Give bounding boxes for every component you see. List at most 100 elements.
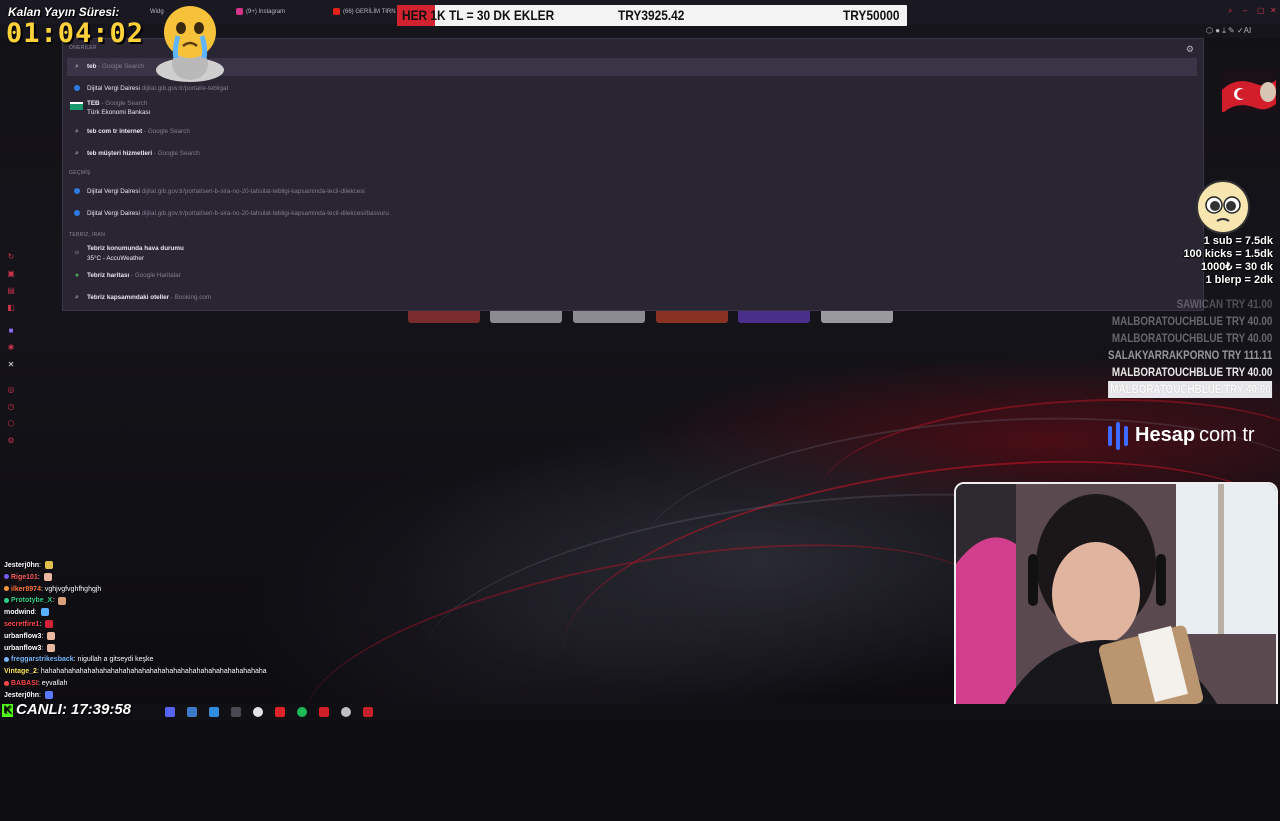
suggestion-row[interactable]: Dijital Vergi Dairesi dijital.gib.gov.tr… — [67, 80, 1197, 98]
goal-current-amount: TRY3925.42 — [618, 7, 685, 23]
sidebar-settings-icon[interactable]: ⚙ — [6, 436, 16, 446]
chat-message: BABASI: eyvallah — [4, 678, 404, 690]
sponsor-logo: Hesap com tr — [1106, 420, 1271, 452]
search-icon: ⌕ — [75, 128, 79, 135]
toolbar-icons[interactable]: ⬡ ● ⤓ ✎ ✓AI — [1206, 26, 1251, 36]
instagram-icon — [236, 7, 243, 15]
donation-entry: SALAKYARRAKPORNO TRY 111.11 — [1107, 348, 1272, 362]
turkish-flag-image — [1220, 70, 1278, 112]
webcam-feed — [954, 482, 1278, 718]
emote-icon — [47, 643, 56, 652]
sidebar-cube-icon[interactable]: ⬡ — [6, 419, 16, 429]
youtube-icon — [333, 7, 340, 15]
rate-line: 1 blerp = 2dk — [1205, 274, 1273, 286]
gib-logo-icon — [73, 188, 81, 196]
goal-rule: HER 1K TL = 30 DK EKLER — [402, 7, 555, 23]
remaining-time-label: Kalan Yayın Süresi: — [8, 5, 120, 19]
badge-icon — [4, 574, 9, 580]
maximize-icon[interactable]: ▢ — [1257, 6, 1265, 15]
sub-rates: 1 sub = 7.5dk 100 kicks = 1.5dk 1000₺ = … — [1183, 235, 1273, 287]
chat-message: urbanflow3: — [4, 631, 404, 643]
webcam-image — [956, 484, 1276, 716]
sidebar-x-icon[interactable]: ✕ — [6, 360, 16, 370]
hesap-logo-icon — [1108, 422, 1128, 450]
suggestion-row[interactable]: ⌕ teb müşteri hizmetleri - Google Search — [67, 145, 1197, 163]
history-row[interactable]: Dijital Vergi Dairesi dijital.gib.gov.tr… — [67, 205, 1197, 223]
app-icon[interactable] — [231, 707, 241, 717]
spotify-icon[interactable] — [297, 707, 307, 717]
rate-line: 100 kicks = 1.5dk — [1183, 248, 1273, 260]
badge-icon — [4, 657, 9, 663]
shortcut-tile[interactable] — [573, 311, 645, 323]
location-row[interactable]: ⌕ Tebriz kapsamındaki oteller - Booking.… — [67, 289, 1197, 307]
badge-icon — [4, 598, 9, 604]
tab-instagram[interactable]: (9+) Instagram — [236, 4, 285, 20]
weather-row[interactable]: ☼ Tebriz konumunda hava durumu 35°C - Ac… — [67, 242, 1197, 264]
donation-goal-banner: HER 1K TL = 30 DK EKLER TRY3925.42 TRY50… — [397, 5, 907, 26]
sidebar-box-icon[interactable]: ◧ — [6, 303, 16, 313]
section-location: TEBRİZ, İRAN — [69, 232, 106, 238]
teb-logo-icon — [70, 102, 83, 110]
emote-icon — [44, 690, 53, 699]
close-icon[interactable]: ✕ — [1270, 6, 1277, 15]
chat-message: Prototybe_X: — [4, 595, 404, 607]
settings-icon[interactable]: ⚙ — [1186, 44, 1194, 55]
suggestion-row[interactable]: TEB - Google Search Türk Ekonomi Bankası — [67, 97, 1197, 119]
sidebar-star-icon[interactable]: ✱ — [6, 343, 16, 353]
kick-logo-icon: K — [2, 704, 13, 717]
sidebar-twitch-icon[interactable]: ■ — [6, 326, 16, 336]
sidebar-clock-icon[interactable]: ◷ — [6, 402, 16, 412]
app-icon[interactable] — [363, 707, 373, 717]
emote-icon — [45, 620, 54, 629]
sidebar-bag-icon[interactable]: ▣ — [6, 269, 16, 279]
shortcut-tile[interactable] — [738, 311, 810, 323]
address-suggestions-dropdown: ⚙ ÖNERİLER ⌕ teb - Google Search Dijital… — [62, 38, 1204, 311]
chat-message: Vintage_2: hahahahahahahahahahahahahahah… — [4, 668, 267, 676]
sponsor-tld: com tr — [1199, 424, 1255, 446]
shortcut-tile[interactable] — [821, 311, 893, 323]
chat-message: freggarstrikesback: nigullah a gitseydi … — [4, 654, 404, 666]
search-icon: ⌕ — [75, 63, 79, 70]
badge-icon — [4, 680, 9, 686]
search-icon[interactable]: ⌕ — [1228, 6, 1232, 16]
discord-icon[interactable] — [165, 707, 175, 717]
suggestion-row[interactable]: ⌕ teb - Google Search — [67, 58, 1197, 76]
chat-message: ilker8974: vghjvgfvghfhghgjh — [4, 584, 404, 596]
pleading-emoji-sticker — [1196, 180, 1250, 234]
settings-icon[interactable] — [341, 707, 351, 717]
sidebar-chat-icon[interactable]: ▤ — [6, 286, 16, 296]
donation-entry: MALBORATOUCHBLUE TRY 40.00 — [1111, 331, 1272, 345]
badge-icon — [4, 586, 9, 592]
browser-icon[interactable] — [253, 707, 263, 717]
sponsor-brand: Hesap — [1135, 424, 1196, 446]
emote-icon — [47, 631, 56, 640]
store-icon[interactable] — [209, 707, 219, 717]
weather-icon: ☼ — [73, 249, 81, 256]
search-icon: ⌕ — [75, 150, 79, 157]
chat-message: Jesterj0hn: — [4, 690, 404, 702]
live-clock: K CANLI: 17:39:58 — [2, 701, 132, 718]
minimize-icon[interactable]: – — [1243, 6, 1247, 15]
history-row[interactable]: Dijital Vergi Dairesi dijital.gib.gov.tr… — [67, 183, 1197, 201]
sidebar-refresh-icon[interactable]: ↻ — [6, 252, 16, 262]
sidebar-circle-icon[interactable]: ◎ — [6, 385, 16, 395]
donation-entry: MALBORATOUCHBLUE TRY 40.00 — [1111, 365, 1272, 379]
shortcut-tile[interactable] — [656, 311, 728, 323]
file-explorer-icon[interactable] — [187, 707, 197, 717]
shortcut-tile[interactable] — [490, 311, 562, 323]
youtube-icon[interactable] — [319, 707, 329, 717]
emote-icon — [58, 596, 67, 605]
chat-message: Jesterj0hn: — [4, 560, 404, 572]
emote-icon — [44, 561, 53, 570]
shortcut-tile[interactable] — [408, 311, 480, 323]
gib-logo-icon — [73, 85, 81, 93]
section-history: GEÇMİŞ — [69, 170, 91, 176]
donation-entry: SAWICAN TRY 41.00 — [1176, 297, 1272, 311]
location-row[interactable]: ● Tebriz haritası - Google Haritalar — [67, 267, 1197, 285]
crying-emoji-sticker — [156, 6, 224, 82]
donation-entry-latest: MALBORATOUCHBLUE TRY 40.00 — [1107, 381, 1272, 398]
tab-youtube[interactable]: (66) GERİLİM TIRN — [333, 4, 396, 20]
goal-target-amount: TRY50000 — [843, 7, 900, 23]
opera-icon[interactable] — [275, 707, 285, 717]
suggestion-row[interactable]: ⌕ teb com tr internet - Google Search — [67, 123, 1197, 141]
